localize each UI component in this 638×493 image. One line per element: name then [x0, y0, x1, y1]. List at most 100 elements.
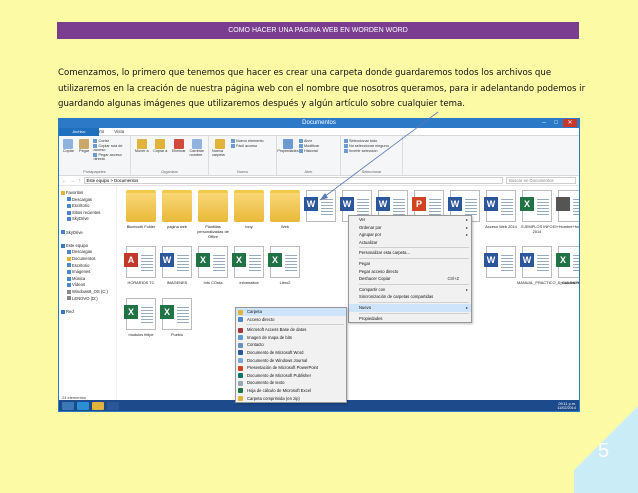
file-item[interactable]: A HORARIOS TC	[121, 246, 161, 285]
paste-shortcut-button[interactable]: Pegar acceso directo	[93, 153, 127, 161]
file-item[interactable]: X Pueblo	[157, 298, 197, 337]
file-item[interactable]: El+Hombre+fundamento+de+la+economia+	[553, 190, 579, 229]
file-item[interactable]: Xmodulos felipe	[121, 298, 161, 337]
nav-item[interactable]: Red	[61, 309, 114, 316]
nav-item[interactable]: Este equipo	[61, 243, 114, 250]
file-item[interactable]: WMANUAL_PRACTICO_8_CULINARIA_3	[517, 246, 579, 285]
nav-item[interactable]: Documentos	[61, 256, 114, 263]
file-item[interactable]: X EJEMPLOS INFO 2014	[517, 190, 557, 234]
file-item[interactable]: Bluetooth Folder	[121, 190, 161, 229]
file-item[interactable]: W	[481, 246, 521, 280]
file-type-icon	[238, 317, 243, 323]
new-submenu-item[interactable]: Contacto	[236, 341, 346, 349]
close-button[interactable]: ✕	[563, 119, 577, 127]
nav-item[interactable]: Imágenes	[61, 269, 114, 276]
file-item[interactable]: Plantillas personalizadas de Office	[193, 190, 233, 239]
properties-button[interactable]: Propiedades	[277, 137, 299, 174]
nav-item[interactable]: Música	[61, 276, 114, 283]
context-menu-item[interactable]: Actualizar	[349, 239, 471, 247]
back-icon[interactable]: ←	[62, 178, 67, 184]
nav-item[interactable]: Vídeos	[61, 282, 114, 289]
word-icon[interactable]	[107, 401, 119, 410]
new-submenu-item[interactable]: Imagen de mapa de bits	[236, 334, 346, 342]
new-folder-button[interactable]: Nueva carpeta	[212, 137, 228, 174]
new-submenu-item[interactable]: Hoja de cálculo de Microsoft Excel	[236, 387, 346, 395]
nav-item[interactable]: Sitios recientes	[61, 210, 114, 217]
context-menu-item[interactable]: Pegar acceso directo	[349, 268, 471, 276]
folder-icon[interactable]	[92, 401, 104, 410]
edit-button[interactable]: Modificar	[299, 144, 319, 148]
up-icon[interactable]: ↑	[78, 178, 81, 184]
open-button[interactable]: Abrir	[299, 139, 319, 143]
new-submenu-item[interactable]: Documento de texto	[236, 379, 346, 387]
nav-item[interactable]: Descargas	[61, 197, 114, 204]
nav-item[interactable]: Escritorio	[61, 203, 114, 210]
file-item[interactable]: tony	[229, 190, 269, 229]
file-item[interactable]: X Info COrda	[193, 246, 233, 285]
tab-archivo[interactable]: Archivo	[59, 128, 99, 136]
maximize-button[interactable]: □	[551, 119, 561, 127]
file-item[interactable]: Web	[265, 190, 305, 229]
context-menu-item[interactable]: Propiedades	[349, 315, 471, 323]
context-menu-item[interactable]: Ordenar por ▸	[349, 224, 471, 232]
nav-item[interactable]: Favoritos	[61, 190, 114, 197]
move-to-button[interactable]: Mover a	[134, 137, 150, 174]
file-item[interactable]: pagina web	[157, 190, 197, 229]
search-input[interactable]: Buscar en Documentos	[506, 177, 576, 184]
new-submenu-item[interactable]: Documento de Microsoft Publisher	[236, 372, 346, 380]
select-none-button[interactable]: No seleccionar ninguno	[344, 144, 389, 148]
context-menu-item[interactable]: Personalizar esta carpeta...	[349, 249, 471, 257]
file-item[interactable]: W	[301, 190, 341, 224]
easy-access-button[interactable]: Fácil acceso	[231, 144, 264, 148]
forward-icon[interactable]: →	[70, 178, 75, 184]
nav-item[interactable]: Descargas	[61, 249, 114, 256]
context-menu-item[interactable]: Agrupar por ▸	[349, 231, 471, 239]
context-menu-item[interactable]: Deshacer Copiar Ctrl+Z	[349, 275, 471, 283]
new-submenu-item[interactable]: Documento de Windows Journal	[236, 357, 346, 365]
new-submenu-item[interactable]: Acceso directo	[236, 316, 346, 324]
file-item[interactable]: W IMAGENES	[157, 246, 197, 285]
file-item[interactable]: W Acceso Web 2014	[481, 190, 521, 229]
paste-button[interactable]: Pegar	[78, 137, 91, 174]
nav-item	[61, 223, 114, 230]
new-item-button[interactable]: Nuevo elemento	[231, 139, 264, 143]
copy-to-button[interactable]: Copiar a	[153, 137, 169, 174]
nav-item-icon	[67, 289, 71, 294]
delete-button[interactable]: Eliminar	[171, 137, 187, 174]
history-button[interactable]: Historial	[299, 149, 319, 153]
file-item[interactable]: X Libro2	[265, 246, 305, 285]
file-item-label: Info COrda	[203, 280, 223, 285]
new-submenu-item[interactable]: Microsoft Access Base de datos	[236, 326, 346, 334]
nav-item-icon	[61, 243, 65, 248]
new-submenu-item[interactable]: Carpeta comprimida (en zip)	[236, 395, 346, 403]
minimize-button[interactable]: –	[539, 119, 549, 127]
address-bar[interactable]: Este equipo > Documentos	[83, 177, 503, 184]
context-menu-item[interactable]: Compartir con ▸	[349, 286, 471, 294]
nav-item[interactable]: Escritorio	[61, 263, 114, 270]
context-menu-item[interactable]: Pegar	[349, 260, 471, 268]
context-menu-item[interactable]: Ver ▸	[349, 216, 471, 224]
file-item[interactable]: Xmodulos felipe	[553, 246, 579, 285]
tab-vista[interactable]: Vista	[109, 128, 129, 135]
file-item[interactable]: Xinformatica	[229, 246, 269, 285]
nav-item[interactable]: Windows8_OS (C:)	[61, 289, 114, 296]
invert-selection-button[interactable]: Invertir selección	[344, 149, 389, 153]
copy-button[interactable]: Copiar	[62, 137, 75, 174]
nav-item[interactable]: SkyDrive	[61, 216, 114, 223]
context-menu-item[interactable]: Sincronización de carpetas compartidas	[349, 293, 471, 301]
new-submenu-item[interactable]: Carpeta	[236, 308, 346, 316]
copy-path-button[interactable]: Copiar ruta de acceso	[93, 144, 127, 152]
select-all-button[interactable]: Seleccionar todo	[344, 139, 389, 143]
new-submenu-item[interactable]: Presentación de Microsoft PowerPoint	[236, 364, 346, 372]
rename-button[interactable]: Cambiar nombre	[190, 137, 206, 174]
nav-item	[61, 302, 114, 309]
ie-icon[interactable]	[77, 401, 89, 410]
nav-item[interactable]: SkyDrive	[61, 230, 114, 237]
nav-item[interactable]: LENOVO (D:)	[61, 296, 114, 303]
cut-button[interactable]: Cortar	[93, 139, 127, 143]
start-button[interactable]	[62, 401, 74, 410]
document-icon: W	[484, 190, 516, 222]
context-menu-item[interactable]: Nuevo ▸	[349, 303, 471, 312]
context-menu-item-label: Personalizar esta carpeta...	[359, 250, 410, 256]
new-submenu-item[interactable]: Documento de Microsoft Word	[236, 349, 346, 357]
